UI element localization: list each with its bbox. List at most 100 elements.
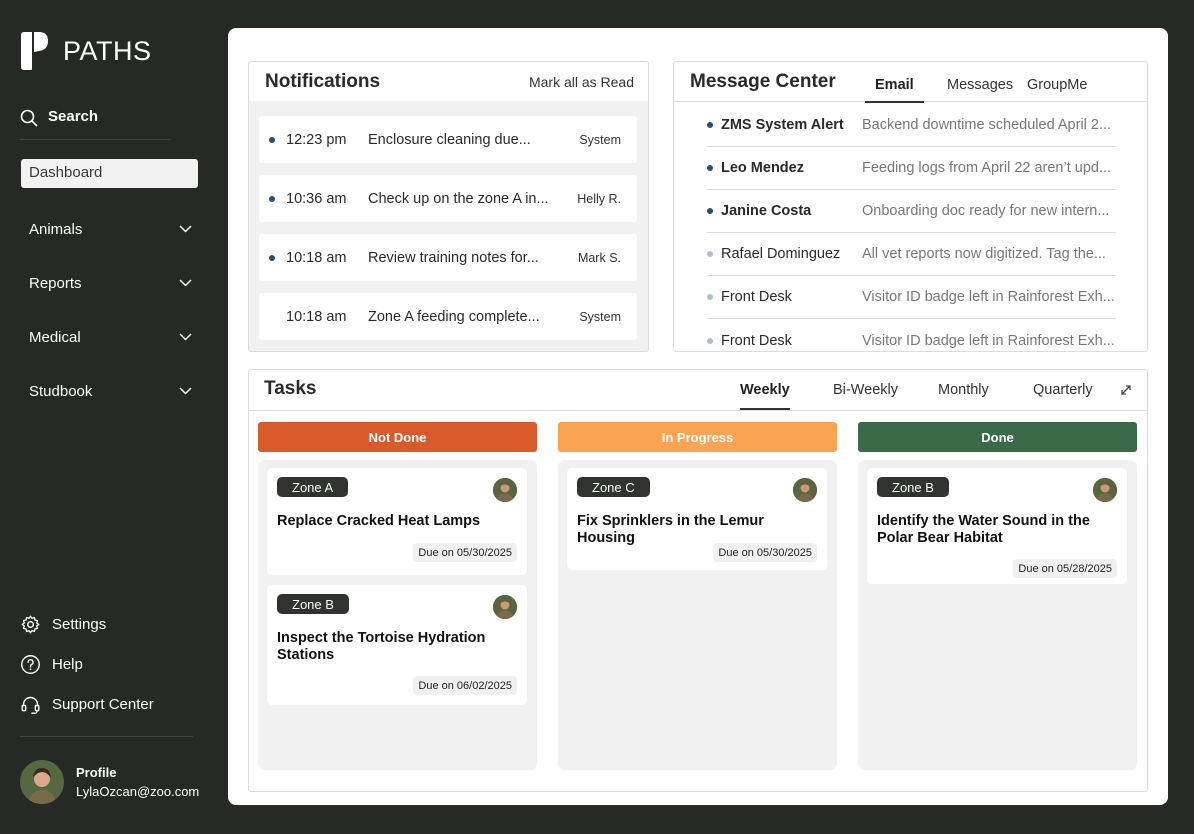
tasks-panel: Tasks Weekly Bi-Weekly Monthly Quarterly… bbox=[248, 369, 1148, 792]
message-sender: ZMS System Alert bbox=[721, 117, 844, 133]
zone-badge: Zone C bbox=[577, 477, 650, 497]
task-title: Inspect the Tortoise Hydration Stations bbox=[277, 630, 486, 663]
profile-menu[interactable]: Profile LylaOzcan@zoo.com bbox=[20, 760, 199, 804]
search-button[interactable]: Search bbox=[20, 106, 170, 140]
message-center-header: Message Center Email Messages GroupMe bbox=[674, 62, 1147, 103]
notification-source: System bbox=[579, 132, 621, 147]
message-center-panel: Message Center Email Messages GroupMe ZM… bbox=[673, 61, 1148, 352]
task-card[interactable]: Zone C Fix Sprinklers in the Lemur Housi… bbox=[567, 468, 827, 570]
column-not-done: Not Done Zone A Replace Cracked Heat Lam… bbox=[258, 422, 537, 770]
tab-quarterly[interactable]: Quarterly bbox=[1033, 382, 1093, 398]
message-sender: Janine Costa bbox=[721, 203, 812, 219]
message-preview: Onboarding doc ready for new intern... bbox=[862, 203, 1110, 219]
task-card[interactable]: Zone B Inspect the Tortoise Hydration St… bbox=[267, 585, 527, 705]
settings-button[interactable]: Settings bbox=[20, 614, 106, 635]
message-item[interactable]: Rafael Dominguez All vet reports now dig… bbox=[707, 233, 1116, 276]
message-item[interactable]: Front Desk Visitor ID badge left in Rain… bbox=[707, 276, 1116, 319]
help-button[interactable]: Help bbox=[20, 654, 83, 675]
tab-weekly[interactable]: Weekly bbox=[740, 382, 790, 410]
due-date: Due on 05/30/2025 bbox=[713, 543, 817, 562]
due-date: Due on 05/28/2025 bbox=[1013, 559, 1117, 578]
support-center-label: Support Center bbox=[52, 696, 154, 713]
sidebar-item-animals[interactable]: Animals bbox=[29, 217, 192, 241]
mark-all-read-button[interactable]: Mark all as Read bbox=[529, 74, 634, 90]
message-preview: Feeding logs from April 22 aren’t upd... bbox=[862, 160, 1112, 176]
sidebar-item-label: Medical bbox=[29, 328, 81, 346]
sidebar: PATHS Search Dashboard Animals Reports M… bbox=[0, 0, 228, 834]
expand-icon[interactable] bbox=[1119, 383, 1133, 397]
avatar bbox=[493, 478, 517, 502]
sidebar-item-label: Studbook bbox=[29, 382, 93, 400]
due-date: Due on 05/30/2025 bbox=[413, 543, 517, 562]
sidebar-item-reports[interactable]: Reports bbox=[29, 271, 192, 295]
notifications-panel: Notifications Mark all as Read 12:23 pm … bbox=[248, 61, 649, 352]
tasks-header: Tasks Weekly Bi-Weekly Monthly Quarterly bbox=[249, 370, 1147, 411]
message-item[interactable]: ZMS System Alert Backend downtime schedu… bbox=[707, 104, 1116, 147]
notification-source: System bbox=[579, 309, 621, 324]
notification-message: Check up on the zone A in... bbox=[368, 190, 549, 207]
message-item[interactable]: Leo Mendez Feeding logs from April 22 ar… bbox=[707, 147, 1116, 190]
read-dot bbox=[707, 337, 713, 344]
read-dot bbox=[269, 314, 275, 320]
notification-item[interactable]: 12:23 pm Enclosure cleaning due... Syste… bbox=[259, 116, 637, 163]
chevron-down-icon bbox=[179, 279, 192, 287]
message-sender: Leo Mendez bbox=[721, 160, 804, 176]
app-logo[interactable]: PATHS bbox=[20, 31, 152, 71]
unread-dot bbox=[707, 122, 713, 128]
notification-source: Mark S. bbox=[577, 250, 621, 265]
gear-icon bbox=[21, 615, 40, 634]
message-item[interactable]: Janine Costa Onboarding doc ready for ne… bbox=[707, 190, 1116, 233]
column-done: Done Zone B Identify the Water Sound in … bbox=[858, 422, 1137, 770]
task-title: Replace Cracked Heat Lamps bbox=[277, 513, 481, 529]
unread-dot bbox=[707, 165, 713, 171]
message-preview: Visitor ID badge left in Rainforest Exh.… bbox=[862, 332, 1115, 349]
message-item[interactable]: Front Desk Visitor ID badge left in Rain… bbox=[707, 319, 1116, 351]
tab-email[interactable]: Email bbox=[865, 77, 924, 103]
task-card[interactable]: Zone A Replace Cracked Heat Lamps Due on… bbox=[267, 468, 527, 575]
column-body: Zone B Identify the Water Sound in the P… bbox=[858, 460, 1137, 770]
notification-message: Enclosure cleaning due... bbox=[368, 131, 531, 148]
read-dot bbox=[707, 251, 713, 257]
notification-item[interactable]: 10:18 am Zone A feeding complete... Syst… bbox=[259, 293, 637, 340]
tab-messages[interactable]: Messages bbox=[947, 77, 1013, 93]
paths-logo-icon bbox=[21, 32, 48, 70]
sidebar-divider bbox=[20, 736, 193, 737]
app-name: PATHS bbox=[63, 35, 152, 66]
task-card[interactable]: Zone B Identify the Water Sound in the P… bbox=[867, 468, 1127, 584]
avatar bbox=[793, 478, 817, 502]
sidebar-item-label: Reports bbox=[29, 274, 82, 292]
tab-bi-weekly[interactable]: Bi-Weekly bbox=[833, 382, 898, 398]
avatar bbox=[20, 760, 64, 804]
help-label: Help bbox=[52, 656, 83, 673]
tasks-title: Tasks bbox=[264, 378, 317, 399]
tab-monthly[interactable]: Monthly bbox=[938, 382, 989, 398]
notification-time: 10:36 am bbox=[286, 190, 347, 207]
chevron-down-icon bbox=[179, 387, 192, 395]
column-header[interactable]: Not Done bbox=[258, 422, 537, 452]
column-header[interactable]: In Progress bbox=[558, 422, 837, 452]
message-center-title: Message Center bbox=[690, 71, 836, 92]
notification-source: Helly R. bbox=[577, 191, 621, 206]
chevron-down-icon bbox=[179, 225, 192, 233]
support-center-button[interactable]: Support Center bbox=[20, 694, 154, 715]
search-label: Search bbox=[48, 108, 99, 125]
read-dot bbox=[707, 294, 713, 300]
search-icon bbox=[20, 109, 38, 127]
avatar bbox=[1093, 478, 1117, 502]
message-preview: Visitor ID badge left in Rainforest Exh.… bbox=[862, 289, 1115, 305]
notifications-header: Notifications Mark all as Read bbox=[249, 62, 648, 101]
task-title: Identify the Water Sound in the Polar Be… bbox=[877, 513, 1090, 546]
sidebar-item-dashboard[interactable]: Dashboard bbox=[21, 159, 198, 188]
column-header[interactable]: Done bbox=[858, 422, 1137, 452]
tab-groupme[interactable]: GroupMe bbox=[1027, 77, 1087, 93]
sidebar-item-medical[interactable]: Medical bbox=[29, 325, 192, 349]
column-body: Zone C Fix Sprinklers in the Lemur Housi… bbox=[558, 460, 837, 770]
zone-badge: Zone A bbox=[277, 477, 349, 497]
sidebar-item-studbook[interactable]: Studbook bbox=[29, 379, 192, 403]
notification-item[interactable]: 10:18 am Review training notes for... Ma… bbox=[259, 234, 637, 281]
help-icon bbox=[21, 655, 40, 674]
zone-badge: Zone B bbox=[277, 594, 349, 614]
notifications-title: Notifications bbox=[265, 70, 381, 92]
zone-badge: Zone B bbox=[877, 477, 949, 497]
notification-item[interactable]: 10:36 am Check up on the zone A in... He… bbox=[259, 175, 637, 222]
